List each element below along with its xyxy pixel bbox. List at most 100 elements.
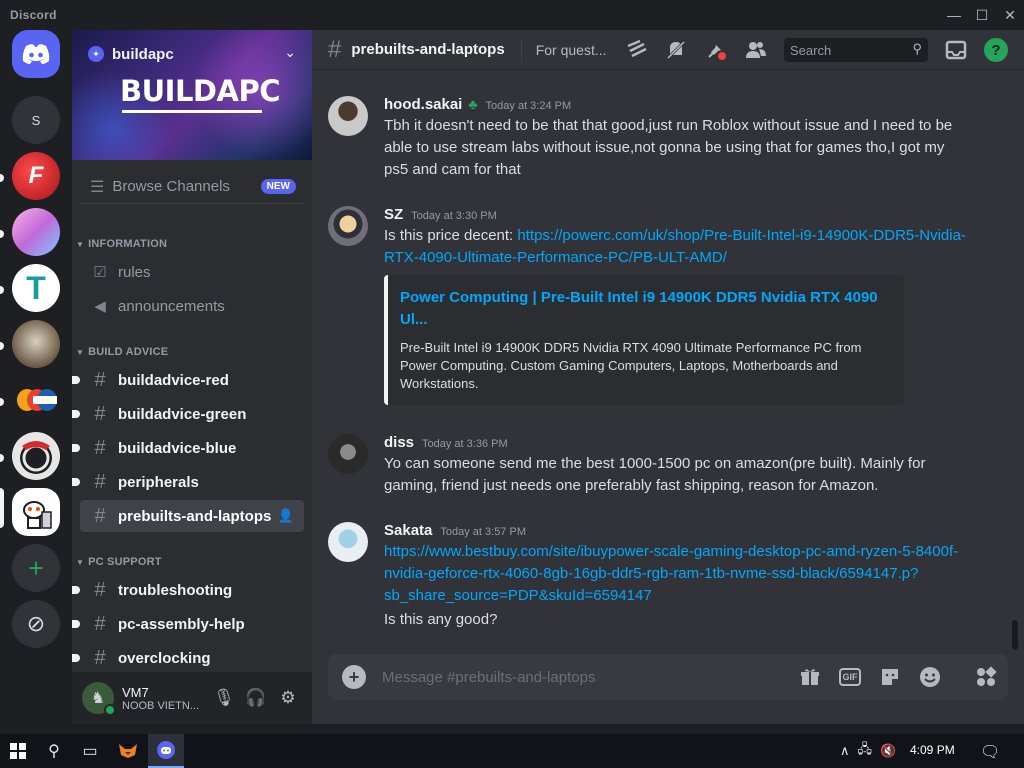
inbox-icon[interactable] bbox=[944, 38, 968, 62]
user-panel: ♞ VM7 NOOB VIETN... 🎙 🎧 ⚙ bbox=[72, 672, 312, 724]
message-link[interactable]: https://www.bestbuy.com/site/ibuypower-s… bbox=[384, 543, 958, 604]
banner-underline bbox=[122, 110, 262, 113]
search-icon[interactable]: ⚲ bbox=[36, 734, 72, 768]
unread-dot bbox=[72, 620, 80, 628]
newegg-logo-icon bbox=[17, 389, 57, 411]
bell-muted-icon[interactable] bbox=[664, 38, 688, 62]
user-avatar[interactable]: ♞ bbox=[82, 682, 116, 716]
search-icon: ⚲ bbox=[912, 41, 922, 56]
attach-plus-icon[interactable]: + bbox=[342, 665, 366, 689]
discord-taskbar-icon[interactable] bbox=[148, 734, 184, 768]
windows-start-icon[interactable] bbox=[0, 734, 36, 768]
discord-logo-icon bbox=[22, 44, 50, 64]
apps-icon[interactable] bbox=[974, 665, 998, 689]
server-buildapc[interactable] bbox=[12, 488, 60, 536]
compass-icon: ⊘ bbox=[26, 611, 46, 636]
unread-dot bbox=[72, 478, 80, 486]
server-s[interactable]: S bbox=[12, 96, 60, 144]
message-text-prefix: Is this price decent: bbox=[384, 227, 518, 244]
minimize-button[interactable]: — bbox=[940, 0, 968, 30]
help-icon[interactable]: ? bbox=[984, 38, 1008, 62]
avatar[interactable] bbox=[328, 434, 368, 474]
avatar[interactable] bbox=[328, 206, 368, 246]
timestamp: Today at 3:36 PM bbox=[422, 438, 508, 450]
server-newegg[interactable] bbox=[12, 376, 60, 424]
server-anime[interactable] bbox=[12, 208, 60, 256]
category-pc-support[interactable]: ▼ PC SUPPORT bbox=[76, 552, 162, 572]
gift-icon[interactable] bbox=[798, 665, 822, 689]
scrollbar-thumb[interactable] bbox=[1012, 620, 1018, 650]
message-input[interactable] bbox=[382, 668, 782, 686]
channel-buildadvice-blue[interactable]: # buildadvice-blue bbox=[72, 432, 304, 464]
unread-pill bbox=[0, 454, 4, 462]
author-name[interactable]: Sakata bbox=[384, 522, 432, 539]
search-input[interactable] bbox=[790, 42, 900, 58]
search-box[interactable]: ⚲ bbox=[784, 38, 928, 62]
avatar[interactable] bbox=[328, 522, 368, 562]
sticker-icon[interactable] bbox=[878, 665, 902, 689]
list-icon: ☰ bbox=[90, 178, 105, 196]
close-button[interactable]: ✕ bbox=[996, 0, 1024, 30]
author-name[interactable]: diss bbox=[384, 434, 414, 451]
channel-troubleshooting[interactable]: # troubleshooting bbox=[72, 574, 304, 606]
hash-icon: # bbox=[94, 470, 106, 493]
megaphone-icon: ◀ bbox=[94, 298, 106, 315]
volume-muted-icon[interactable]: 🔇 bbox=[880, 743, 896, 759]
checkbox-icon: ☑ bbox=[93, 264, 107, 281]
timestamp: Today at 3:57 PM bbox=[440, 526, 526, 538]
avatar[interactable] bbox=[328, 96, 368, 136]
message-text: Yo can someone send me the best 1000-150… bbox=[384, 455, 926, 494]
server-t[interactable]: T bbox=[12, 264, 60, 312]
chevron-up-icon[interactable]: ∧ bbox=[840, 743, 850, 759]
channel-topic[interactable]: For quest... bbox=[536, 42, 607, 58]
channel-sidebar: BUILDAPC ✦ buildapc ⌄ ☰ Browse Channels … bbox=[72, 30, 312, 724]
microphone-icon[interactable]: 🎙 bbox=[208, 684, 240, 712]
author-name[interactable]: SZ bbox=[384, 206, 403, 223]
channel-peripherals[interactable]: # peripherals bbox=[72, 466, 304, 498]
channel-announcements[interactable]: ◀ announcements bbox=[80, 290, 304, 322]
category-label: PC SUPPORT bbox=[88, 556, 162, 568]
home-server-icon[interactable] bbox=[12, 30, 60, 78]
user-names[interactable]: VM7 NOOB VIETN... bbox=[122, 685, 199, 712]
discover-button[interactable]: ⊘ bbox=[12, 600, 60, 648]
message-body: Sakata Today at 3:57 PM https://www.best… bbox=[384, 522, 968, 631]
unread-dot bbox=[72, 586, 80, 594]
author-name[interactable]: hood.sakai bbox=[384, 96, 462, 113]
gear-icon[interactable]: ⚙ bbox=[272, 684, 304, 712]
emoji-icon[interactable] bbox=[918, 665, 942, 689]
browse-channels[interactable]: ☰ Browse Channels NEW bbox=[80, 170, 304, 204]
channel-buildadvice-green[interactable]: # buildadvice-green bbox=[72, 398, 304, 430]
unread-dot bbox=[72, 376, 80, 384]
channel-overclocking[interactable]: # overclocking bbox=[72, 642, 304, 674]
network-icon[interactable]: 🖧 bbox=[858, 740, 873, 762]
pin-glyph bbox=[708, 42, 726, 60]
online-status-icon bbox=[104, 704, 116, 716]
threads-icon[interactable] bbox=[624, 38, 648, 62]
task-view-icon[interactable]: ▭ bbox=[72, 734, 108, 768]
server-obs[interactable] bbox=[12, 432, 60, 480]
message-link-block: https://www.bestbuy.com/site/ibuypower-s… bbox=[384, 541, 968, 607]
headphones-icon[interactable]: 🎧 bbox=[240, 684, 272, 712]
category-build-advice[interactable]: ▼ BUILD ADVICE bbox=[76, 342, 168, 362]
maximize-button[interactable]: ☐ bbox=[968, 0, 996, 30]
notification-icon[interactable]: 🗨 bbox=[980, 742, 1000, 762]
members-icon[interactable] bbox=[744, 38, 768, 62]
channel-pc-assembly-help[interactable]: # pc-assembly-help bbox=[72, 608, 304, 640]
add-member-icon[interactable]: 👤 bbox=[278, 508, 294, 524]
channel-buildadvice-red[interactable]: # buildadvice-red bbox=[72, 364, 304, 396]
gif-button[interactable]: GIF bbox=[839, 668, 861, 686]
clock[interactable]: 4:09 PM bbox=[910, 743, 955, 757]
fox-app-icon[interactable] bbox=[110, 734, 146, 768]
username: VM7 bbox=[122, 684, 149, 700]
add-server-button[interactable]: + bbox=[12, 544, 60, 592]
channel-rules[interactable]: ☑ rules bbox=[80, 256, 304, 288]
gift-glyph bbox=[801, 669, 819, 685]
server-cat[interactable] bbox=[12, 320, 60, 368]
category-information[interactable]: ▼ INFORMATION bbox=[76, 234, 167, 254]
pin-icon[interactable] bbox=[704, 38, 728, 62]
channel-label: buildadvice-red bbox=[118, 371, 229, 389]
server-header[interactable]: ✦ buildapc ⌄ bbox=[72, 30, 312, 78]
channel-prebuilts-and-laptops[interactable]: # prebuilts-and-laptops 👤 bbox=[80, 500, 304, 532]
embed-title[interactable]: Power Computing | Pre-Built Intel i9 149… bbox=[400, 287, 888, 331]
server-red-f[interactable]: F bbox=[12, 152, 60, 200]
